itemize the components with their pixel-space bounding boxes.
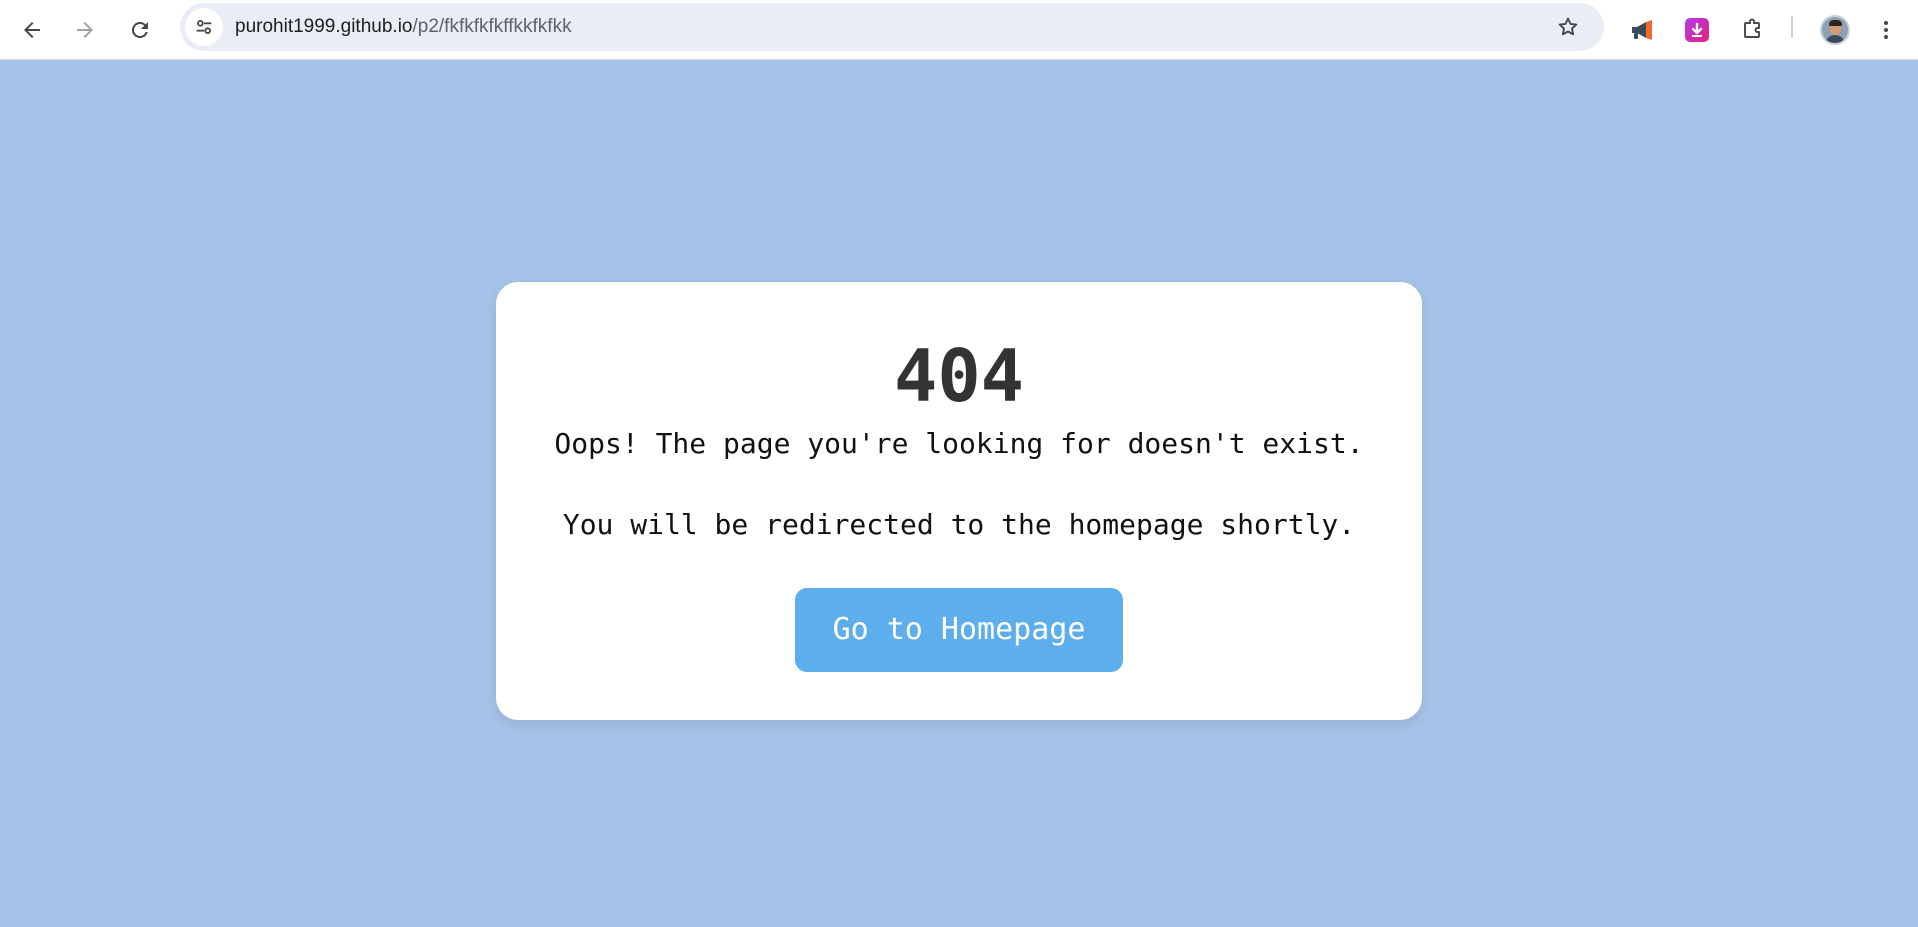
megaphone-icon	[1632, 20, 1652, 40]
extensions-button[interactable]	[1732, 10, 1772, 50]
arrow-left-icon	[24, 22, 40, 38]
profile-button[interactable]	[1815, 10, 1855, 50]
extension-megaphone-button[interactable]	[1622, 10, 1662, 50]
back-button[interactable]	[12, 10, 52, 50]
error-card: 404 Oops! The page you're looking for do…	[496, 282, 1422, 720]
reload-button[interactable]	[120, 10, 160, 50]
browser-toolbar: purohit1999.github.io/p2/fkfkfkfkffkkfkf…	[0, 0, 1918, 60]
download-icon	[1685, 18, 1709, 42]
puzzle-icon	[1744, 18, 1760, 38]
address-bar[interactable]: purohit1999.github.io/p2/fkfkfkfkffkkfkf…	[180, 3, 1604, 51]
tune-icon	[196, 20, 212, 34]
toolbar-divider	[1791, 16, 1793, 38]
url-text[interactable]: purohit1999.github.io/p2/fkfkfkfkffkkfkf…	[235, 3, 572, 51]
bookmark-button[interactable]	[1548, 7, 1588, 47]
avatar	[1820, 15, 1850, 45]
redirect-note: You will be redirected to the homepage s…	[562, 508, 1356, 541]
extension-download-button[interactable]	[1677, 10, 1717, 50]
error-message: Oops! The page you're looking for doesn'…	[554, 427, 1364, 460]
error-code: 404	[893, 334, 1025, 418]
browser-menu-button[interactable]	[1866, 10, 1906, 50]
reload-icon	[131, 21, 148, 38]
kebab-menu-icon	[1884, 21, 1888, 39]
site-info-button[interactable]	[185, 8, 223, 46]
forward-button[interactable]	[65, 10, 105, 50]
star-icon	[1558, 17, 1578, 36]
arrow-right-icon	[77, 22, 93, 38]
url-path: /p2/fkfkfkfkffkkfkfkk	[412, 16, 572, 37]
go-to-homepage-button[interactable]: Go to Homepage	[795, 588, 1123, 672]
url-host: purohit1999.github.io	[235, 16, 413, 37]
